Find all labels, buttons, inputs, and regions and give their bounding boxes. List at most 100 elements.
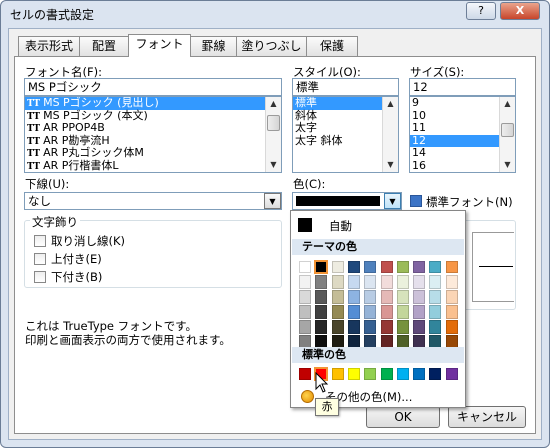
theme-color-swatch[interactable] <box>347 261 360 273</box>
scroll-up-icon[interactable]: ▲ <box>500 97 515 111</box>
theme-color-swatch[interactable] <box>445 275 458 289</box>
scroll-down-icon[interactable]: ▼ <box>266 158 281 172</box>
tab-protection[interactable]: 保護 <box>306 36 358 56</box>
theme-color-swatch[interactable] <box>314 260 329 274</box>
theme-color-swatch[interactable] <box>347 290 360 304</box>
underline-dropdown-icon[interactable]: ▼ <box>264 193 281 209</box>
theme-color-swatch[interactable] <box>413 320 426 334</box>
style-list-scrollbar[interactable]: ▲ ▼ <box>382 97 398 172</box>
scroll-down-icon[interactable]: ▼ <box>383 158 398 172</box>
theme-color-swatch[interactable] <box>299 290 311 304</box>
theme-color-swatch[interactable] <box>347 275 360 289</box>
theme-color-swatch[interactable] <box>299 305 311 319</box>
normal-font-checkbox[interactable] <box>410 195 422 207</box>
theme-color-swatch[interactable] <box>445 290 458 304</box>
font-size-input[interactable]: 12 <box>409 78 516 96</box>
theme-color-swatch[interactable] <box>380 275 393 289</box>
standard-color-swatch[interactable] <box>429 368 442 380</box>
scroll-up-icon[interactable]: ▲ <box>266 97 281 111</box>
tab-font[interactable]: フォント <box>128 34 191 57</box>
theme-color-swatch[interactable] <box>331 290 344 304</box>
theme-color-swatch[interactable] <box>331 261 344 273</box>
theme-color-swatch[interactable] <box>315 320 328 334</box>
theme-color-swatch[interactable] <box>364 261 377 273</box>
theme-color-swatch[interactable] <box>315 305 328 319</box>
scroll-down-icon[interactable]: ▼ <box>500 158 515 172</box>
font-list-scrollbar[interactable]: ▲ ▼ <box>265 97 281 172</box>
font-name-option[interactable]: TT AR P行楷書体L <box>25 159 265 172</box>
standard-color-swatch[interactable] <box>364 368 377 380</box>
theme-color-swatch[interactable] <box>396 320 409 334</box>
theme-color-swatch[interactable] <box>347 320 360 334</box>
strikethrough-checkbox[interactable] <box>34 235 46 247</box>
theme-color-swatch[interactable] <box>396 305 409 319</box>
font-size-option[interactable]: 16 <box>410 159 499 172</box>
standard-color-swatch[interactable] <box>396 368 409 380</box>
ok-button[interactable]: OK <box>366 406 440 428</box>
theme-color-swatch[interactable] <box>364 320 377 334</box>
close-button[interactable]: X <box>500 2 540 20</box>
font-size-option[interactable]: 9 <box>410 97 499 110</box>
theme-color-swatch[interactable] <box>445 305 458 319</box>
scroll-thumb[interactable] <box>501 123 514 137</box>
font-style-option[interactable]: 太字 斜体 <box>293 134 382 148</box>
theme-color-swatch[interactable] <box>429 275 442 289</box>
theme-color-swatch[interactable] <box>299 275 311 289</box>
theme-color-swatch[interactable] <box>413 290 426 304</box>
auto-color-swatch[interactable] <box>298 218 312 232</box>
theme-color-swatch[interactable] <box>429 261 442 273</box>
font-style-option[interactable]: 標準 <box>293 97 382 110</box>
color-dropdown-icon[interactable]: ▼ <box>384 193 401 209</box>
size-list-scrollbar[interactable]: ▲ ▼ <box>499 97 515 172</box>
font-style-list[interactable]: 標準 斜体 太字 太字 斜体 ▲ ▼ <box>292 96 399 173</box>
theme-color-swatch[interactable] <box>347 305 360 319</box>
tab-number-format[interactable]: 表示形式 <box>18 36 80 56</box>
theme-color-swatch[interactable] <box>429 305 442 319</box>
underline-select[interactable]: なし <box>24 192 282 210</box>
theme-color-swatch[interactable] <box>380 320 393 334</box>
scroll-up-icon[interactable]: ▲ <box>383 97 398 111</box>
theme-color-swatch[interactable] <box>331 275 344 289</box>
theme-color-swatch[interactable] <box>380 290 393 304</box>
cancel-button[interactable]: キャンセル <box>448 406 526 428</box>
tab-fill[interactable]: 塗りつぶし <box>236 36 307 56</box>
theme-color-swatch[interactable] <box>299 320 311 334</box>
theme-color-swatch[interactable] <box>396 290 409 304</box>
theme-color-swatch[interactable] <box>315 290 328 304</box>
tab-border[interactable]: 罫線 <box>190 36 237 56</box>
theme-color-swatch[interactable] <box>429 320 442 334</box>
theme-color-swatch[interactable] <box>413 261 426 273</box>
theme-color-swatch[interactable] <box>445 320 458 334</box>
theme-color-swatch[interactable] <box>380 305 393 319</box>
theme-color-swatch[interactable] <box>364 305 377 319</box>
theme-color-swatch[interactable] <box>396 275 409 289</box>
theme-color-swatch[interactable] <box>396 261 409 273</box>
theme-color-swatch[interactable] <box>380 261 393 273</box>
theme-color-swatch[interactable] <box>364 275 377 289</box>
auto-color-label[interactable]: 自動 <box>329 218 352 234</box>
standard-color-swatch[interactable] <box>331 368 344 380</box>
font-style-input[interactable]: 標準 <box>292 78 399 96</box>
superscript-checkbox[interactable] <box>34 253 46 265</box>
theme-color-swatch[interactable] <box>331 305 344 319</box>
theme-color-swatch[interactable] <box>429 290 442 304</box>
tab-alignment[interactable]: 配置 <box>79 36 129 56</box>
theme-color-swatch[interactable] <box>315 275 328 289</box>
standard-color-swatch[interactable] <box>299 368 311 380</box>
help-button[interactable]: ? <box>466 2 496 20</box>
theme-color-swatch[interactable] <box>413 305 426 319</box>
font-name-input[interactable]: MS Pゴシック <box>24 78 282 96</box>
theme-color-swatch[interactable] <box>299 261 311 273</box>
font-style-option[interactable]: 太字 <box>293 122 382 135</box>
standard-color-swatch[interactable] <box>413 368 426 380</box>
theme-color-swatch[interactable] <box>331 320 344 334</box>
theme-color-swatch[interactable] <box>364 290 377 304</box>
theme-color-swatch[interactable] <box>445 261 458 273</box>
scroll-thumb[interactable] <box>267 115 280 131</box>
font-size-option[interactable]: 11 <box>410 122 499 135</box>
font-name-list[interactable]: TT MS Pゴシック (見出し) TT MS Pゴシック (本文) TT AR PPOP… <box>24 96 282 173</box>
standard-color-swatch[interactable] <box>445 368 458 380</box>
theme-color-swatch[interactable] <box>413 275 426 289</box>
subscript-checkbox[interactable] <box>34 271 46 283</box>
font-size-list[interactable]: 9 10 11 12 14 16 ▲ ▼ <box>409 96 516 173</box>
